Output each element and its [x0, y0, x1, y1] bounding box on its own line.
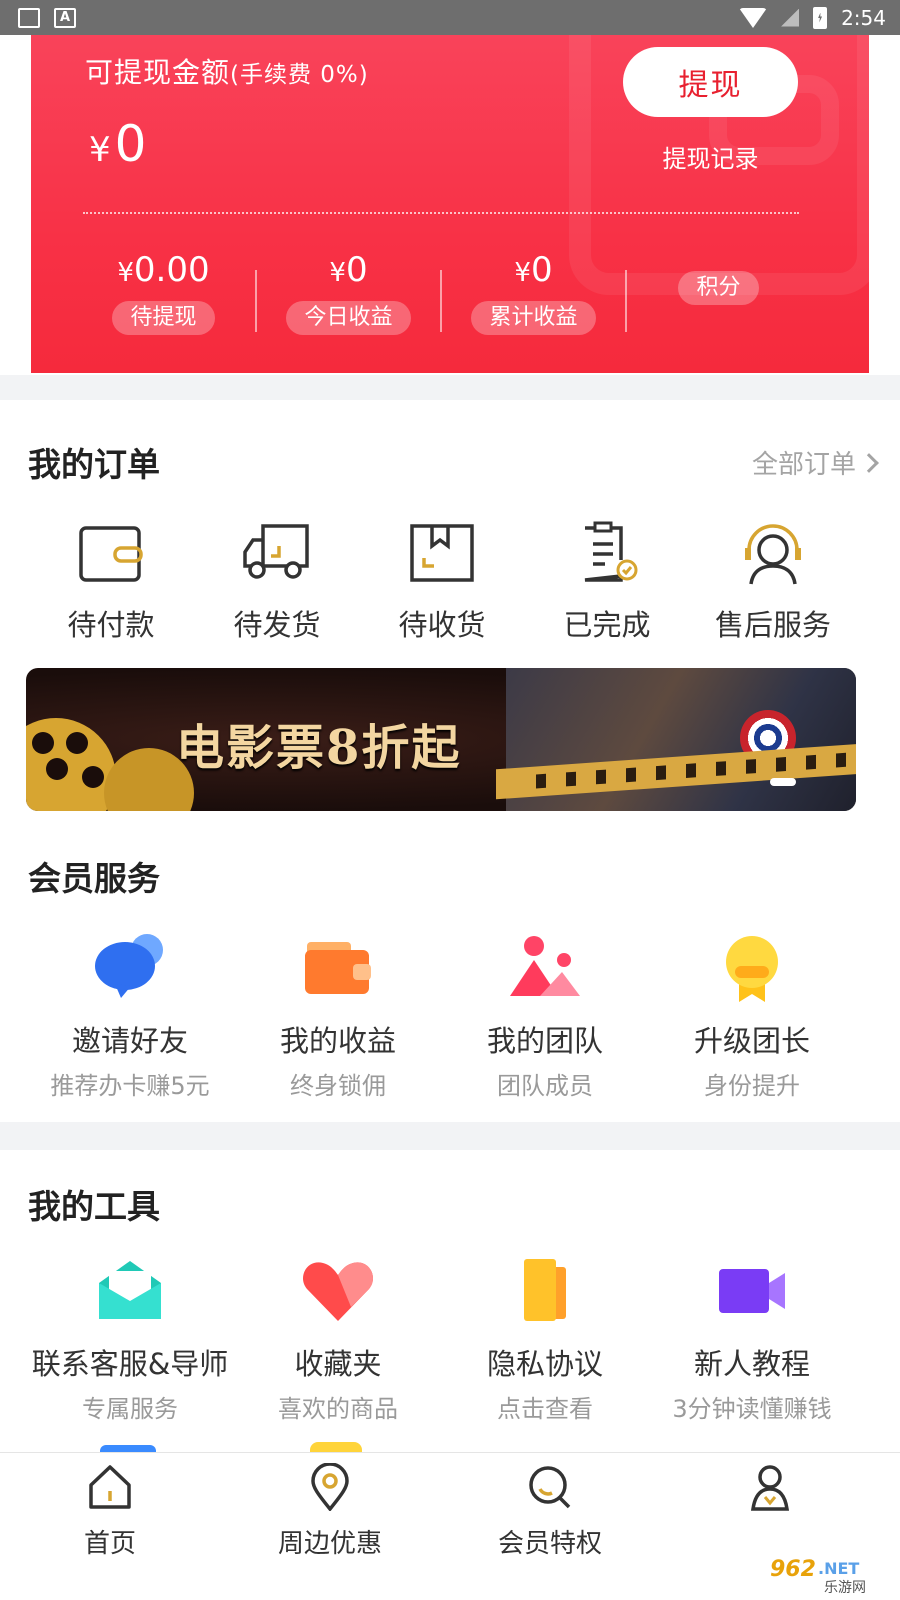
svg-text:乐游网: 乐游网	[824, 1580, 866, 1596]
contact-support-mentor[interactable]: 联系客服&导师 专属服务	[25, 1255, 235, 1424]
stat-label: 今日收益	[286, 301, 411, 335]
carousel-indicator	[770, 778, 796, 786]
all-orders-link[interactable]: 全部订单	[752, 444, 879, 481]
order-after-sales[interactable]: 售后服务	[688, 520, 858, 644]
order-completed[interactable]: 已完成	[522, 520, 692, 644]
status-time: 2:54	[841, 5, 886, 30]
my-earnings[interactable]: 我的收益 终身锁佣	[233, 932, 443, 1101]
document-icon	[506, 1255, 584, 1327]
support-agent-icon	[745, 524, 801, 585]
chevron-right-icon	[859, 452, 879, 473]
withdrawable-amount: ¥0	[89, 115, 147, 173]
keyboard-a-icon: A	[54, 7, 76, 28]
nav-nearby-deals[interactable]: 周边优惠	[230, 1462, 430, 1560]
nav-profile[interactable]	[670, 1463, 870, 1523]
withdraw-records-link[interactable]: 提现记录	[623, 139, 798, 174]
nav-member-privileges[interactable]: 会员特权	[450, 1463, 650, 1560]
wifi-icon	[739, 7, 768, 28]
withdrawable-label: 可提现金额(手续费 0%)	[85, 56, 369, 89]
privacy-policy[interactable]: 隐私协议 点击查看	[440, 1255, 650, 1424]
heart-icon	[299, 1255, 377, 1327]
bottom-navigation: 首页 周边优惠 会员特权 962 .NET 乐游网	[0, 1452, 900, 1600]
promo-banner[interactable]: 电影票8折起	[26, 668, 856, 811]
fee-note: (手续费 0%)	[230, 62, 369, 88]
order-pending-payment[interactable]: 待付款	[26, 520, 196, 644]
divider	[83, 212, 799, 214]
stat-points[interactable]: 积分	[626, 263, 811, 305]
svg-text:962: 962	[770, 1557, 816, 1582]
stat-label: 待提现	[112, 301, 215, 335]
member-services-title: 会员服务	[28, 859, 160, 898]
profile-icon	[750, 1465, 790, 1511]
invite-friends[interactable]: 邀请好友 推荐办卡赚5元	[25, 932, 235, 1101]
status-bar: A 2:54	[0, 0, 900, 35]
banner-headline: 电影票8折起	[176, 720, 462, 776]
wallet-orange-icon	[299, 932, 377, 1004]
wallet-card: 可提现金额(手续费 0%) ¥0 提现 提现记录 ¥0.00 待提现 ¥0 今日…	[31, 35, 869, 373]
orders-title: 我的订单	[28, 445, 160, 484]
team-mountain-icon	[506, 932, 584, 1004]
truck-icon	[243, 524, 309, 579]
stat-total-earnings[interactable]: ¥0 累计收益	[441, 250, 626, 335]
clipboard-check-icon	[584, 521, 638, 582]
newbie-tutorial[interactable]: 新人教程 3分钟读懂赚钱	[647, 1255, 857, 1424]
battery-charging-icon	[813, 6, 828, 29]
order-pending-receipt[interactable]: 待收货	[357, 520, 527, 644]
search-icon	[529, 1466, 571, 1509]
wallet-icon	[79, 526, 143, 582]
my-team[interactable]: 我的团队 团队成员	[440, 932, 650, 1101]
stat-label: 累计收益	[471, 301, 596, 335]
medal-icon	[713, 932, 791, 1004]
stat-label: 积分	[678, 271, 759, 305]
withdraw-button[interactable]: 提现	[623, 47, 798, 117]
stat-pending-withdraw[interactable]: ¥0.00 待提现	[71, 250, 256, 335]
gallery-icon	[18, 7, 40, 28]
watermark-logo: 962 .NET 乐游网	[762, 1552, 894, 1596]
order-pending-shipment[interactable]: 待发货	[192, 520, 362, 644]
favorites[interactable]: 收藏夹 喜欢的商品	[233, 1255, 443, 1424]
package-icon	[410, 524, 474, 582]
upgrade-leader[interactable]: 升级团长 身份提升	[647, 932, 857, 1101]
mail-icon	[91, 1255, 169, 1327]
nav-home[interactable]: 首页	[10, 1463, 210, 1560]
no-signal-icon	[781, 8, 800, 27]
svg-text:.NET: .NET	[818, 1559, 859, 1578]
app-page: A 2:54 可提现金额(手续费 0%) ¥0 提现 提现记录 ¥0.00 待提…	[0, 0, 900, 1600]
tools-title: 我的工具	[28, 1187, 160, 1226]
stat-today-earnings[interactable]: ¥0 今日收益	[256, 250, 441, 335]
home-icon	[89, 1465, 131, 1509]
film-reel-icon	[26, 718, 116, 811]
video-icon	[713, 1255, 791, 1327]
chat-bubble-icon	[91, 932, 169, 1004]
location-pin-icon	[311, 1462, 349, 1512]
